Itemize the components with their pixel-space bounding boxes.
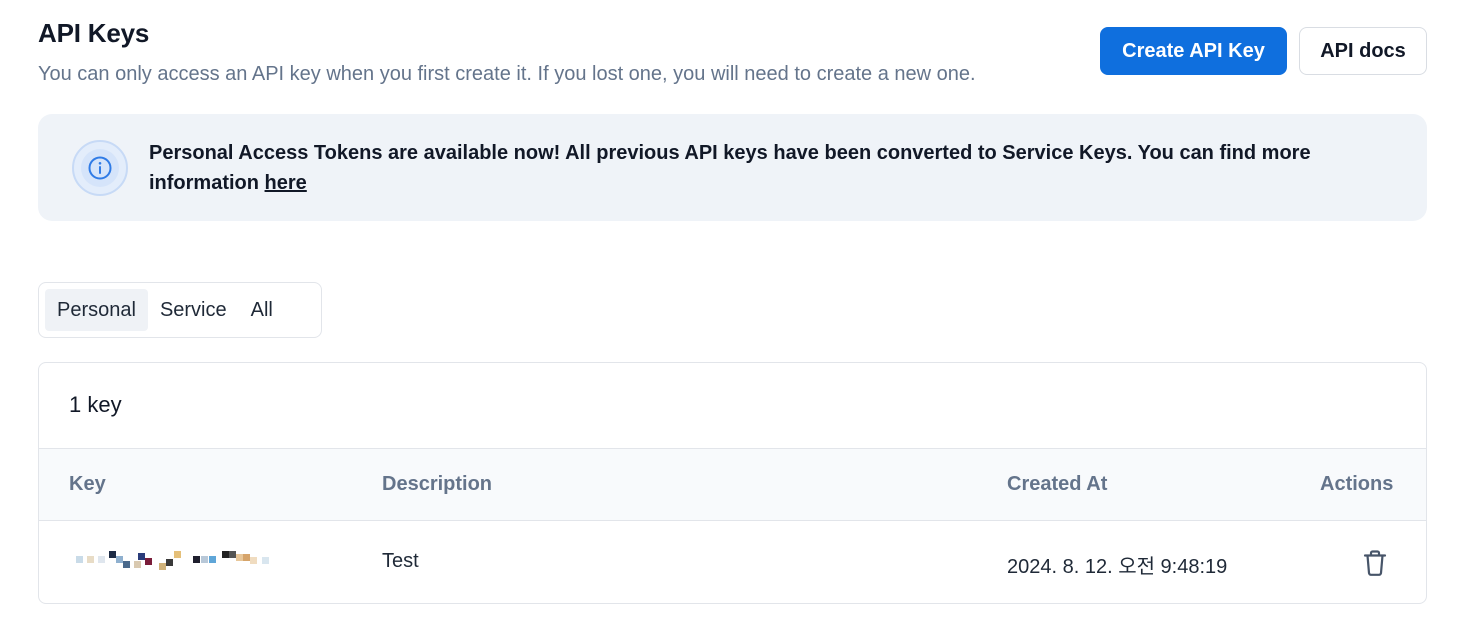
page-subtitle: You can only access an API key when you … xyxy=(38,63,976,85)
banner-here-link[interactable]: here xyxy=(265,172,307,194)
masked-api-key xyxy=(76,551,276,571)
column-header-created-at: Created At xyxy=(1007,473,1108,495)
key-description: Test xyxy=(382,550,419,572)
banner-message: Personal Access Tokens are available now… xyxy=(149,138,1399,198)
page-title: API Keys xyxy=(38,18,150,48)
column-header-actions: Actions xyxy=(1320,473,1394,495)
table-header: Key Description Created At Actions xyxy=(39,448,1426,521)
tab-all[interactable]: All xyxy=(239,289,285,331)
create-api-key-button[interactable]: Create API Key xyxy=(1100,27,1287,75)
column-header-key: Key xyxy=(69,473,106,495)
table-row: Test 2024. 8. 12. 오전 9:48:19 xyxy=(39,521,1426,603)
key-created-at: 2024. 8. 12. 오전 9:48:19 xyxy=(1007,556,1228,578)
banner-text: Personal Access Tokens are available now… xyxy=(149,142,1311,194)
api-docs-button[interactable]: API docs xyxy=(1299,27,1427,75)
tab-personal[interactable]: Personal xyxy=(45,289,148,331)
page-header: API Keys You can only access an API key … xyxy=(38,17,976,87)
tab-service[interactable]: Service xyxy=(148,289,239,331)
key-type-tabs: Personal Service All xyxy=(38,282,322,338)
key-count: 1 key xyxy=(69,392,122,417)
column-header-description: Description xyxy=(382,473,493,495)
trash-icon[interactable] xyxy=(1359,547,1391,579)
keys-table-card: 1 key Key Description Created At Actions xyxy=(38,362,1427,604)
info-icon xyxy=(72,140,128,196)
info-banner: Personal Access Tokens are available now… xyxy=(38,114,1427,221)
